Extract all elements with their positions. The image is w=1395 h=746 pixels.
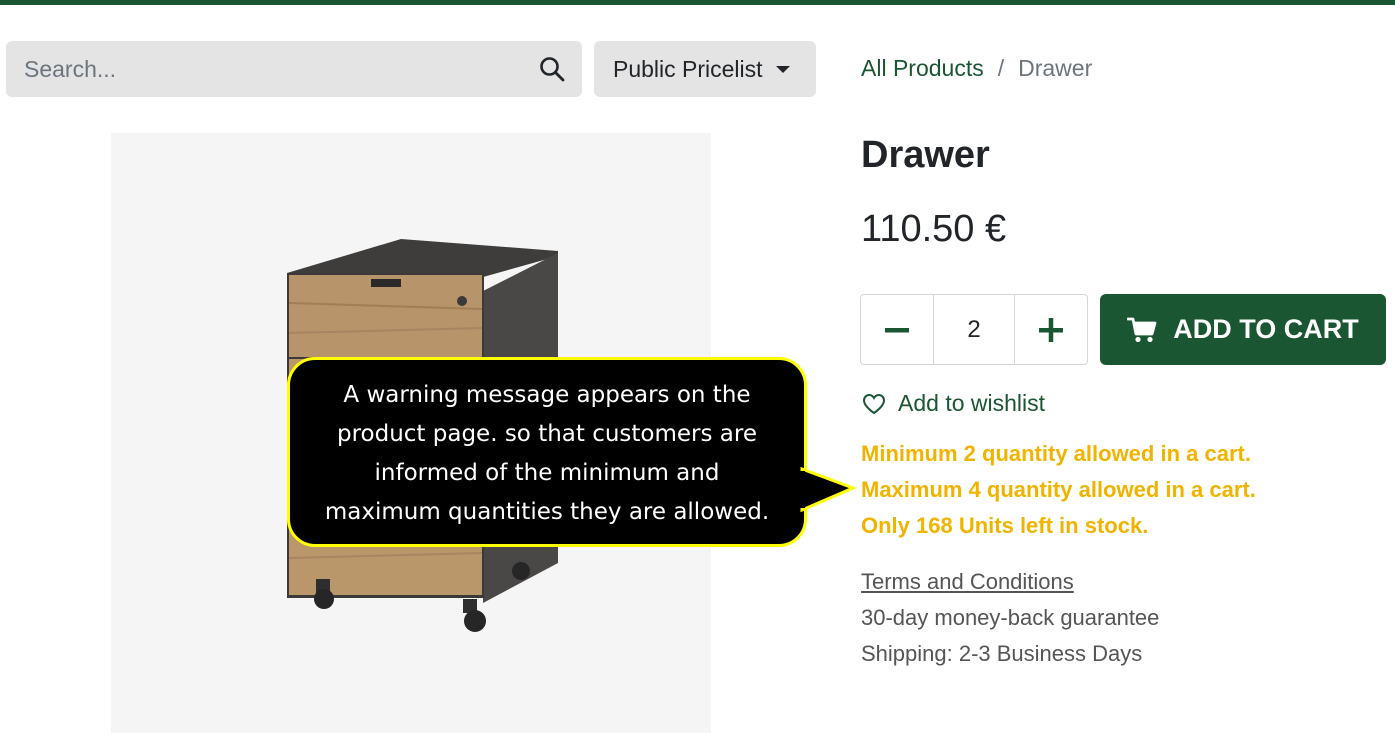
wishlist-label: Add to wishlist <box>898 390 1046 416</box>
stock-warning: Only 168 Units left in stock. <box>861 513 1149 538</box>
breadcrumb: All Products / Drawer <box>861 55 1092 82</box>
pricelist-dropdown[interactable]: Public Pricelist <box>594 41 816 97</box>
callout-line: product page. so that customers are <box>336 421 758 447</box>
pricelist-label: Public Pricelist <box>613 55 763 82</box>
terms-link[interactable]: Terms and Conditions <box>861 569 1074 595</box>
add-to-cart-button[interactable]: ADD TO CART <box>1100 294 1386 365</box>
cart-icon <box>1127 317 1157 342</box>
breadcrumb-all-products[interactable]: All Products <box>861 55 984 82</box>
product-title: Drawer <box>861 134 990 176</box>
quantity-stepper <box>860 294 1088 365</box>
max-quantity-warning: Maximum 4 quantity allowed in a cart. <box>861 477 1256 502</box>
callout-pointer <box>800 466 858 513</box>
search-box <box>6 41 582 97</box>
breadcrumb-separator: / <box>997 55 1005 81</box>
guarantee-text: 30-day money-back guarantee <box>861 605 1160 630</box>
top-accent-bar <box>0 0 1395 5</box>
callout-bubble: A warning message appears on the product… <box>287 357 807 547</box>
shipping-text: Shipping: 2-3 Business Days <box>861 641 1143 666</box>
min-quantity-warning: Minimum 2 quantity allowed in a cart. <box>861 441 1251 466</box>
plus-icon[interactable] <box>1015 295 1087 364</box>
product-price: 110.50 € <box>861 208 1007 250</box>
quantity-input[interactable] <box>933 295 1015 364</box>
minus-icon[interactable] <box>861 295 933 364</box>
caret-down-icon <box>775 65 790 73</box>
callout-line: informed of the minimum and <box>374 460 720 486</box>
add-to-wishlist-link[interactable]: Add to wishlist <box>862 390 1045 417</box>
callout-line: A warning message appears on the <box>343 382 751 408</box>
search-icon[interactable] <box>538 55 566 83</box>
add-to-cart-label: ADD TO CART <box>1173 314 1359 344</box>
quantity-warnings: Minimum 2 quantity allowed in a cart. Ma… <box>861 436 1256 544</box>
breadcrumb-current: Drawer <box>1018 55 1093 81</box>
heart-icon <box>862 393 886 414</box>
callout-line: maximum quantities they are allowed. <box>324 499 770 525</box>
search-input[interactable] <box>6 41 516 97</box>
